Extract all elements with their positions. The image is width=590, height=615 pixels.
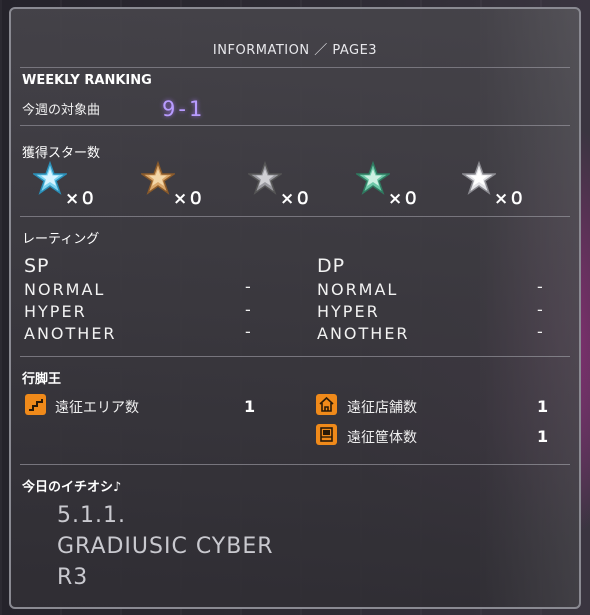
weekly-target-song: 9-1 [162,97,206,121]
rating-sp-normal-label: NORMAL [24,280,106,299]
expedition-store-label: 遠征店舗数 [347,400,417,416]
divider [20,125,570,126]
rating-dp-another-label: ANOTHER [317,324,410,343]
expedition-cabinet-label: 遠征筐体数 [347,430,417,446]
cabinet-arcade-icon [316,424,337,445]
page-title: INFORMATION ／ PAGE3 [212,43,378,58]
silver-star-count: ×０ [280,189,312,209]
gold-star-icon [141,161,175,195]
pick-line-3: R3 [57,565,89,590]
expedition-area-label: 遠征エリア数 [55,400,139,416]
pick-song-title: GRADIUSIC CYBER [57,534,274,559]
store-house-icon [316,394,337,415]
silver-star-icon [248,161,282,195]
rating-sp-hyper-value: - [245,300,251,319]
rating-dp-hyper-value: - [537,300,543,319]
divider [20,67,570,68]
divider [20,216,570,217]
blue-star-count: ×０ [65,189,97,209]
white-star-icon [462,161,496,195]
rating-sp-another-value: - [245,322,251,341]
weekly-ranking-heading: WEEKLY RANKING [22,73,152,88]
rating-dp-hyper-label: HYPER [317,302,380,321]
pick-line-1: 5.1.1. [57,503,126,528]
area-stairs-icon [25,394,46,415]
gold-star-count: ×０ [173,189,205,209]
expedition-heading: 行脚王 [22,372,62,387]
rating-sp-hyper-label: HYPER [24,302,87,321]
rating-sp-another-label: ANOTHER [24,324,117,343]
rating-dp-normal-value: - [537,277,543,296]
rating-dp-normal-label: NORMAL [317,280,399,299]
rating-dp-another-value: - [537,322,543,341]
stars-heading: 獲得スター数 [22,146,101,161]
pick-heading: 今日のイチオシ♪ [22,480,122,495]
rating-sp-normal-value: - [245,277,251,296]
white-star-count: ×０ [494,189,526,209]
expedition-area-value: 1 [244,397,256,416]
blue-star-icon [33,161,67,195]
information-panel: INFORMATION ／ PAGE3 WEEKLY RANKING 今週の対象… [9,7,581,609]
green-star-count: ×０ [388,189,420,209]
green-star-icon [356,161,390,195]
weekly-target-label: 今週の対象曲 [22,103,101,118]
expedition-store-value: 1 [537,397,549,416]
divider [20,356,570,357]
divider [20,464,570,465]
rating-sp-label: SP [24,255,50,277]
rating-heading: レーティング [22,232,100,247]
rating-dp-label: DP [317,255,346,277]
expedition-cabinet-value: 1 [537,427,549,446]
